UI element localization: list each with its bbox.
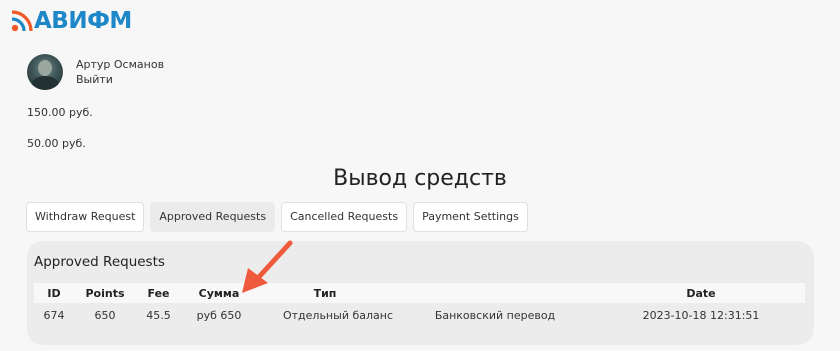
- tab-bar: Withdraw Request Approved Requests Cance…: [26, 202, 528, 232]
- logout-link[interactable]: Выйти: [76, 72, 164, 87]
- logo-text: АВИФМ: [34, 8, 132, 34]
- user-block: Артур Османов Выйти: [27, 54, 164, 90]
- user-name: Артур Османов: [76, 58, 165, 71]
- cell-points: 650: [94, 309, 116, 322]
- table-header-row: ID Points Fee Сумма Тип Date: [34, 283, 805, 303]
- table-row: 674 650 45.5 руб 650 Отдельный баланс Ба…: [34, 303, 805, 328]
- col-header-date: Date: [686, 286, 716, 300]
- tab-withdraw-request[interactable]: Withdraw Request: [26, 202, 145, 232]
- annotation-arrow-icon: [242, 240, 293, 293]
- col-header-method: [393, 283, 597, 303]
- balance-primary: 150.00 руб.: [27, 106, 93, 119]
- approved-requests-panel: Approved Requests ID Points Fee Сумма Ти…: [27, 241, 814, 345]
- tab-cancelled-requests[interactable]: Cancelled Requests: [281, 202, 408, 232]
- tab-payment-settings[interactable]: Payment Settings: [413, 202, 528, 232]
- page-title: Вывод средств: [333, 166, 507, 191]
- panel-title: Approved Requests: [34, 254, 165, 270]
- cell-fee: 45.5: [146, 309, 171, 322]
- cell-type: Отдельный баланс: [282, 309, 393, 322]
- tab-approved-requests[interactable]: Approved Requests: [150, 202, 276, 232]
- col-header-points: Points: [85, 286, 125, 300]
- balance-secondary: 50.00 руб.: [27, 137, 86, 150]
- cell-id: 674: [43, 309, 65, 322]
- broadcast-icon: [11, 10, 33, 32]
- col-header-id: ID: [47, 286, 61, 300]
- avatar[interactable]: [27, 54, 63, 90]
- cell-date: 2023-10-18 12:31:51: [642, 309, 760, 322]
- avifm-logo[interactable]: АВИФМ: [10, 8, 132, 34]
- approved-requests-table: ID Points Fee Сумма Тип Date 674 650 45.…: [34, 283, 805, 328]
- cell-method: Банковский перевод: [434, 309, 556, 322]
- cell-sum: руб 650: [196, 309, 242, 322]
- col-header-fee: Fee: [147, 286, 170, 300]
